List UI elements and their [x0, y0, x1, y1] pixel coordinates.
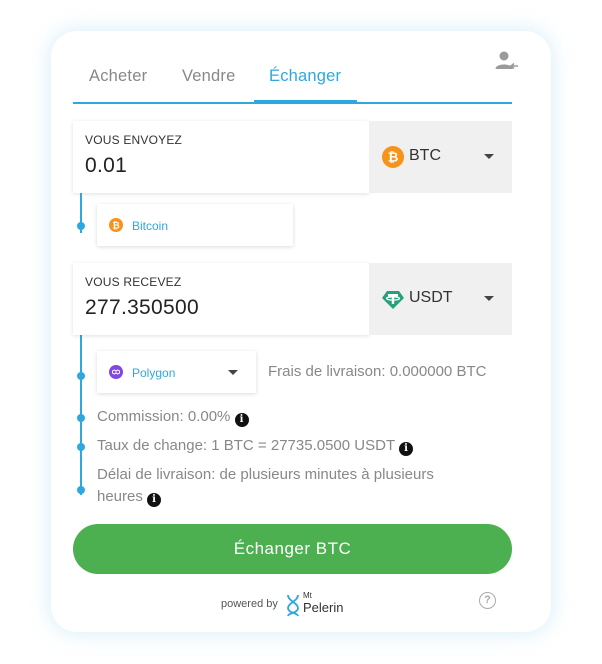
polygon-icon [109, 365, 123, 379]
send-currency-select[interactable]: ₿ BTC [369, 121, 512, 193]
mt-pelerin-logo-icon[interactable] [285, 593, 301, 617]
timeline-dot [77, 486, 85, 494]
receive-amount-value: 277.350500 [85, 296, 199, 319]
receive-currency-label: USDT [409, 289, 453, 306]
tab-bar: Acheter Vendre Échanger [73, 59, 512, 104]
delivery-delay-row: Délai de livraison: de plusieurs minutes… [97, 464, 477, 508]
timeline-dot [77, 372, 85, 380]
commission-row: Commission: 0.00% i [97, 406, 249, 428]
info-icon[interactable]: i [399, 442, 414, 456]
tab-echanger[interactable]: Échanger [269, 67, 341, 86]
send-network-chip[interactable]: ₿ Bitcoin [97, 204, 293, 246]
chevron-down-icon [484, 296, 494, 301]
tether-icon [382, 291, 404, 309]
bitcoin-icon: ₿ [382, 146, 404, 168]
send-network-label: Bitcoin [132, 219, 169, 233]
timeline-dot [77, 443, 85, 451]
svg-text:₿: ₿ [388, 151, 399, 166]
delivery-delay-line2-wrap: heures i [97, 486, 477, 508]
svg-text:₿: ₿ [112, 221, 119, 232]
bitcoin-icon: ₿ [109, 218, 123, 232]
tab-acheter[interactable]: Acheter [89, 67, 147, 86]
info-icon[interactable]: i [234, 413, 249, 427]
receive-network-label: Polygon [132, 366, 176, 380]
exchange-rate-row: Taux de change: 1 BTC = 27735.0500 USDT … [97, 435, 414, 457]
help-icon[interactable]: ? [479, 592, 496, 609]
chevron-down-icon [228, 370, 238, 375]
timeline-dot [77, 414, 85, 422]
send-label: VOUS ENVOYEZ [85, 133, 183, 147]
exchange-button[interactable]: Échanger BTC [73, 524, 512, 574]
send-amount-input[interactable]: 0.01 [85, 154, 127, 178]
exchange-rate-text: Taux de change: 1 BTC = 27735.0500 USDT [97, 437, 395, 454]
brand-name: Pelerin [303, 600, 344, 615]
delivery-delay-text-line1: Délai de livraison: de plusieurs minutes… [97, 466, 434, 483]
active-tab-indicator [254, 100, 357, 104]
send-currency-label: BTC [409, 147, 441, 164]
receive-network-select[interactable]: Polygon [97, 351, 256, 393]
receive-label: VOUS RECEVEZ [85, 275, 182, 289]
info-icon[interactable]: i [147, 493, 162, 507]
powered-by-text: powered by [221, 598, 278, 610]
receive-amount-box: VOUS RECEVEZ 277.350500 [73, 263, 369, 335]
commission-text: Commission: 0.00% [97, 408, 231, 425]
brand-small-text: Mt [303, 591, 312, 600]
delivery-delay-text-line2: heures [97, 488, 143, 505]
exchange-widget: Acheter Vendre Échanger VOUS ENVOYEZ 0.0… [51, 31, 551, 632]
delivery-fee-text: Frais de livraison: 0.000000 BTC [268, 363, 487, 380]
send-amount-box[interactable]: VOUS ENVOYEZ 0.01 [73, 121, 369, 193]
receive-currency-select[interactable]: USDT [369, 263, 512, 335]
tab-vendre[interactable]: Vendre [182, 67, 236, 86]
timeline-dot [77, 222, 85, 230]
chevron-down-icon [484, 154, 494, 159]
